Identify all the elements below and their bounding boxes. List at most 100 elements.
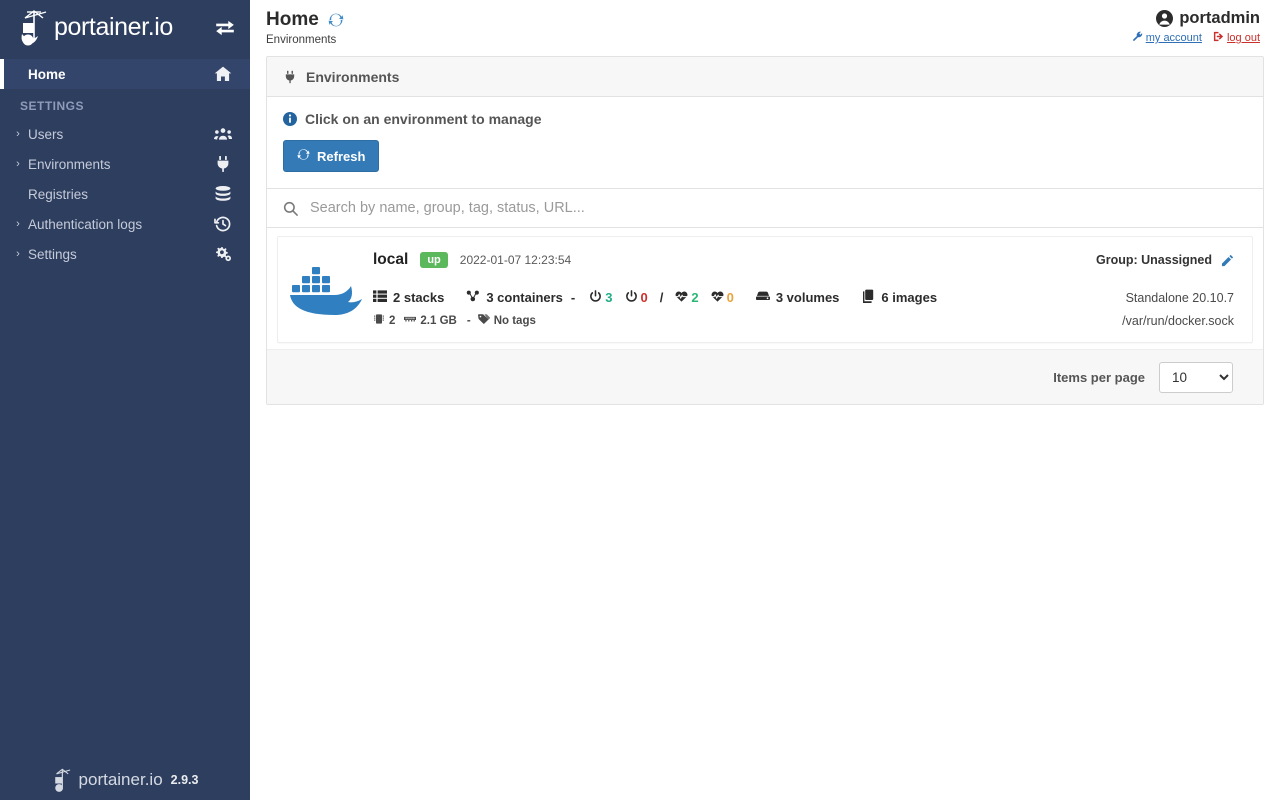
- sidebar-section-title: SETTINGS: [0, 89, 250, 119]
- main-content: Home Environments: [250, 0, 1280, 800]
- volumes-icon: [756, 289, 770, 306]
- user-name: portadmin: [1179, 9, 1260, 28]
- app-root: portainer.io Home SETTINGS › Users: [0, 0, 1280, 800]
- chevron-right-icon: ›: [8, 158, 28, 170]
- cpu-icon: [373, 313, 385, 328]
- pagination-footer: Items per page 10 25 50 100: [267, 349, 1263, 404]
- topbar: Home Environments: [250, 0, 1280, 56]
- stat-stacks: 2 stacks: [373, 289, 444, 306]
- environment-engine: Standalone 20.10.7: [1126, 291, 1234, 305]
- stat-images-label: 6 images: [881, 290, 937, 305]
- sidebar-item-label: Registries: [28, 187, 88, 202]
- tag-icon: [478, 313, 490, 328]
- wrench-icon: [1132, 31, 1143, 45]
- stat-containers-healthy: 2: [675, 290, 698, 306]
- refresh-icon[interactable]: [328, 12, 344, 28]
- stat-memory: 2.1 GB: [404, 313, 456, 328]
- stat-containers-dash: -: [571, 290, 575, 305]
- sidebar: portainer.io Home SETTINGS › Users: [0, 0, 250, 800]
- chevron-right-icon: ›: [8, 218, 28, 230]
- search-input[interactable]: [310, 200, 1247, 216]
- stat-stacks-label: 2 stacks: [393, 290, 444, 305]
- sidebar-item-home[interactable]: Home: [0, 59, 250, 89]
- environment-group-label: Group: Unassigned: [1096, 253, 1212, 267]
- stat-memory-value: 2.1 GB: [420, 315, 456, 327]
- sidebar-item-label: Environments: [28, 157, 111, 172]
- stat-images: 6 images: [861, 289, 937, 306]
- environment-list: local up 2022-01-07 12:23:54 Group: Unas…: [267, 228, 1263, 349]
- sidebar-item-label: Home: [28, 67, 66, 82]
- sidebar-item-environments[interactable]: › Environments: [0, 149, 250, 179]
- sign-out-icon: [1213, 31, 1224, 45]
- environment-group: Group: Unassigned: [1096, 253, 1234, 267]
- stat-volumes: 3 volumes: [756, 289, 840, 306]
- environment-timestamp: 2022-01-07 12:23:54: [460, 253, 571, 267]
- sidebar-item-registries[interactable]: Registries: [0, 179, 250, 209]
- environment-header-row: local up 2022-01-07 12:23:54 Group: Unas…: [373, 251, 1234, 269]
- chevron-right-icon: ›: [8, 128, 28, 140]
- sidebar-nav: Home SETTINGS › Users ›: [0, 55, 250, 269]
- database-icon: [214, 185, 232, 203]
- info-circle-icon: [283, 112, 297, 126]
- logout-label: log out: [1227, 32, 1260, 44]
- page-header: Home Environments: [266, 0, 344, 46]
- items-per-page-label: Items per page: [1053, 370, 1145, 385]
- panel-header: Environments: [267, 57, 1263, 97]
- panel-body: Click on an environment to manage Refres…: [267, 97, 1263, 188]
- my-account-label: my account: [1146, 32, 1202, 44]
- plug-icon: [214, 155, 232, 173]
- search-icon: [283, 201, 298, 216]
- images-icon: [861, 289, 875, 306]
- heartbeat-icon: [675, 290, 688, 306]
- stat-running-value: 3: [605, 290, 612, 305]
- stat-cpu: 2: [373, 313, 395, 328]
- power-off-icon: [625, 290, 638, 306]
- gears-icon: [214, 245, 232, 263]
- sidebar-footer-text: portainer.io: [79, 770, 163, 790]
- refresh-button-label: Refresh: [317, 149, 365, 164]
- stat-containers-running: 3: [589, 290, 612, 306]
- environments-panel: Environments Click on an environment to …: [266, 56, 1264, 405]
- page-title: Home: [266, 9, 319, 31]
- stacks-icon: [373, 289, 387, 306]
- stat-containers: 3 containers - 3: [466, 289, 734, 306]
- content-area: Environments Click on an environment to …: [250, 56, 1280, 405]
- search-bar: [267, 188, 1263, 228]
- stat-healthy-value: 2: [691, 290, 698, 305]
- stat-unhealthy-value: 0: [727, 290, 734, 305]
- chevron-right-icon: ›: [8, 248, 28, 260]
- stat-containers-unhealthy: 0: [711, 290, 734, 306]
- stats-separator: -: [467, 315, 471, 327]
- users-icon: [214, 125, 232, 143]
- sidebar-item-authentication-logs[interactable]: › Authentication logs: [0, 209, 250, 239]
- my-account-link[interactable]: my account: [1132, 31, 1202, 45]
- user-circle-icon: [1156, 10, 1173, 27]
- docker-whale-icon: [288, 251, 363, 315]
- hint-text: Click on an environment to manage: [305, 111, 542, 127]
- environment-socket: /var/run/docker.sock: [1122, 314, 1234, 328]
- sidebar-item-users[interactable]: › Users: [0, 119, 250, 149]
- stat-volumes-label: 3 volumes: [776, 290, 840, 305]
- sidebar-item-settings[interactable]: › Settings: [0, 239, 250, 269]
- environment-stats-row-2: 2: [373, 313, 1234, 328]
- stat-stopped-value: 0: [641, 290, 648, 305]
- stat-containers-stopped: 0: [625, 290, 648, 306]
- refresh-button[interactable]: Refresh: [283, 140, 379, 172]
- environment-card-local[interactable]: local up 2022-01-07 12:23:54 Group: Unas…: [277, 236, 1253, 343]
- pencil-icon[interactable]: [1221, 254, 1234, 267]
- stat-cpu-value: 2: [389, 315, 395, 327]
- environment-details: local up 2022-01-07 12:23:54 Group: Unas…: [373, 251, 1234, 328]
- history-icon: [214, 215, 232, 233]
- stat-containers-label: 3 containers: [486, 290, 563, 305]
- status-badge: up: [420, 252, 447, 268]
- plug-icon: [283, 70, 297, 84]
- sidebar-brand-text: portainer.io: [54, 13, 173, 42]
- stat-tags-label: No tags: [494, 315, 536, 327]
- sidebar-version: 2.9.3: [171, 773, 199, 787]
- items-per-page-select[interactable]: 10 25 50 100: [1159, 362, 1233, 393]
- breadcrumb: Environments: [266, 34, 344, 46]
- exchange-arrows-icon[interactable]: [214, 17, 236, 39]
- logout-link[interactable]: log out: [1213, 31, 1260, 45]
- sync-icon: [297, 148, 310, 164]
- stat-containers-divider: /: [660, 290, 664, 305]
